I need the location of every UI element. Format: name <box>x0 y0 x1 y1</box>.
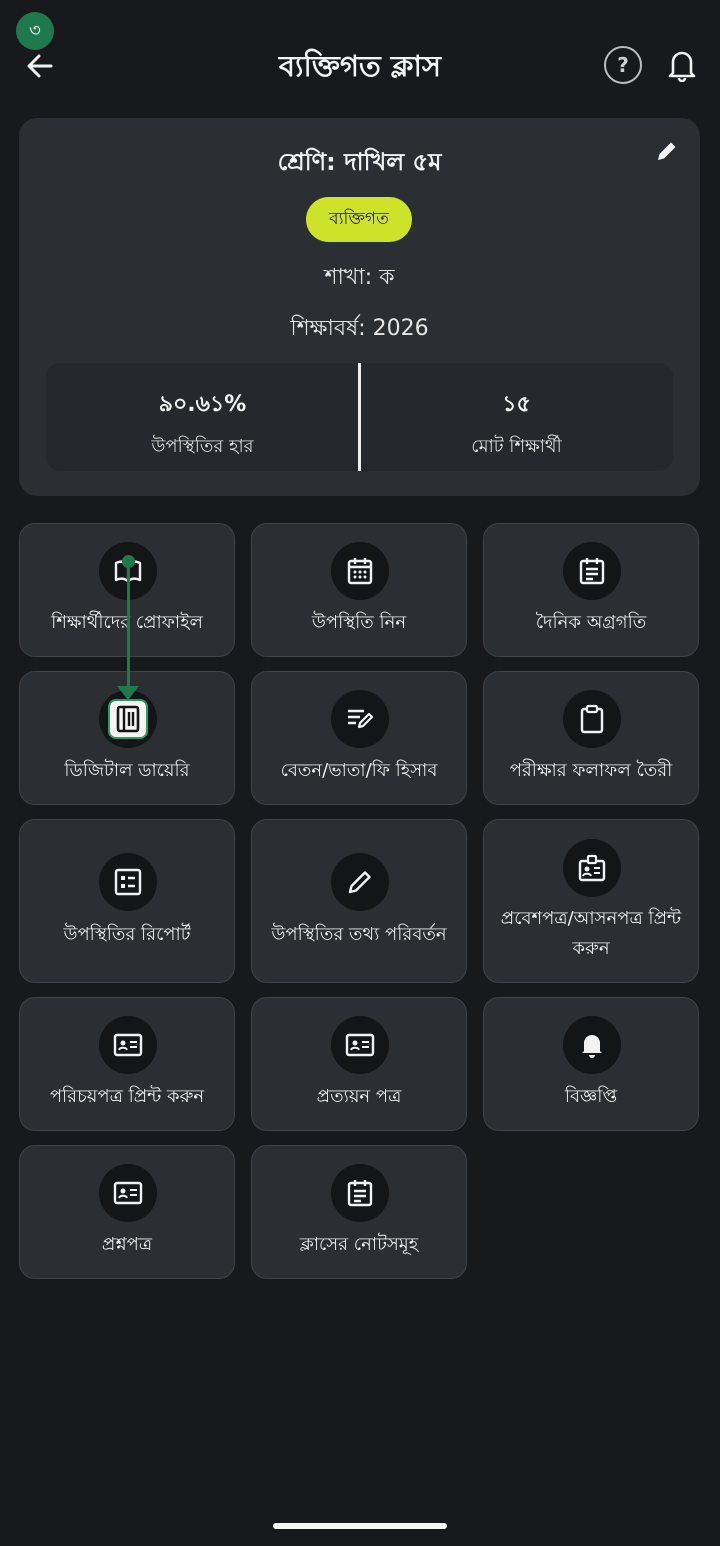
tile-attendance-report[interactable]: উপস্থিতির রিপোর্ট <box>19 819 235 983</box>
stat-label: উপস্থিতির হার <box>151 436 254 457</box>
tile-label: প্রবেশপত্র/আসনপত্র প্রিন্ট করুন <box>500 908 682 959</box>
id-card-icon <box>99 1016 157 1074</box>
academic-year-text: শিক্ষাবর্ষ: 2026 <box>290 316 429 341</box>
tile-label: ডিজিটাল ডায়েরি <box>64 760 190 781</box>
tile-admit-card[interactable]: প্রবেশপত্র/আসনপত্র প্রিন্ট করুন <box>483 819 699 983</box>
section-text: শাখা: ক <box>324 265 395 290</box>
tile-label: উপস্থিতির রিপোর্ট <box>63 924 191 945</box>
total-students-stat: ১৫ মোট শিক্ষার্থী <box>360 363 673 471</box>
clipboard-icon <box>563 690 621 748</box>
tile-fee-accounts[interactable]: বেতন/ভাতা/ফি হিসাব <box>251 671 467 805</box>
edit-class-button[interactable] <box>652 136 682 166</box>
tile-edit-attendance[interactable]: উপস্থিতির তথ্য পরিবর্তন <box>251 819 467 983</box>
bell-icon <box>563 1016 621 1074</box>
tile-id-card[interactable]: পরিচয়পত্র প্রিন্ট করুন <box>19 997 235 1131</box>
stats-box: ৯০.৬১% উপস্থিতির হার ১৫ মোট শিক্ষার্থী <box>46 363 673 471</box>
bell-icon <box>668 51 696 82</box>
annotation-arrow <box>127 560 130 688</box>
tile-take-attendance[interactable]: উপস্থিতি নিন <box>251 523 467 657</box>
tile-label: বিজ্ঞপ্তি <box>564 1086 618 1107</box>
attendance-rate-stat: ৯০.৬১% উপস্থিতির হার <box>46 363 359 471</box>
calendar-notes-icon <box>331 1164 389 1222</box>
tile-label: উপস্থিতির তথ্য পরিবর্তন <box>271 924 447 945</box>
home-indicator[interactable] <box>273 1523 447 1529</box>
tile-class-notes[interactable]: ক্লাসের নোটসমূহ <box>251 1145 467 1279</box>
annotation-arrow-head <box>117 686 139 700</box>
stat-value: ৯০.৬১% <box>158 392 247 417</box>
help-icon: ? <box>617 53 629 77</box>
edit-note-icon <box>331 690 389 748</box>
id-card-icon <box>331 1016 389 1074</box>
help-button[interactable]: ? <box>604 46 642 84</box>
tile-certificate[interactable]: প্রত্যয়ন পত্র <box>251 997 467 1131</box>
stat-value: ১৫ <box>502 392 531 417</box>
class-name: শ্রেণি: দাখিল ৫ম <box>277 148 442 176</box>
report-list-icon <box>99 853 157 911</box>
tile-question-paper[interactable]: প্রশ্নপত্র <box>19 1145 235 1279</box>
tile-label: ক্লাসের নোটসমূহ <box>299 1234 419 1255</box>
tile-label: প্রশ্নপত্র <box>101 1234 153 1255</box>
class-info-card: শ্রেণি: দাখিল ৫ম ব্যক্তিগত শাখা: ক শিক্ষ… <box>19 118 700 496</box>
tile-notice[interactable]: বিজ্ঞপ্তি <box>483 997 699 1131</box>
badge-icon <box>563 839 621 897</box>
tile-label: পরীক্ষার ফলাফল তৈরী <box>509 760 673 781</box>
highlight-frame <box>108 699 148 739</box>
tile-label: বেতন/ভাতা/ফি হিসাব <box>280 760 438 781</box>
tile-label: পরিচয়পত্র প্রিন্ট করুন <box>49 1086 205 1107</box>
calendar-notes-icon <box>563 542 621 600</box>
tile-daily-progress[interactable]: দৈনিক অগ্রগতি <box>483 523 699 657</box>
stat-label: মোট শিক্ষার্থী <box>471 436 562 457</box>
pencil-icon <box>331 853 389 911</box>
calendar-icon <box>331 542 389 600</box>
id-card-icon <box>99 1164 157 1222</box>
tile-label: উপস্থিতি নিন <box>311 612 407 633</box>
tile-label: প্রত্যয়ন পত্র <box>316 1086 402 1107</box>
tile-exam-results[interactable]: পরীক্ষার ফলাফল তৈরী <box>483 671 699 805</box>
tile-label: দৈনিক অগ্রগতি <box>535 612 647 633</box>
pencil-icon <box>658 142 676 160</box>
notification-button[interactable] <box>662 44 702 86</box>
class-type-chip: ব্যক্তিগত <box>306 197 412 242</box>
